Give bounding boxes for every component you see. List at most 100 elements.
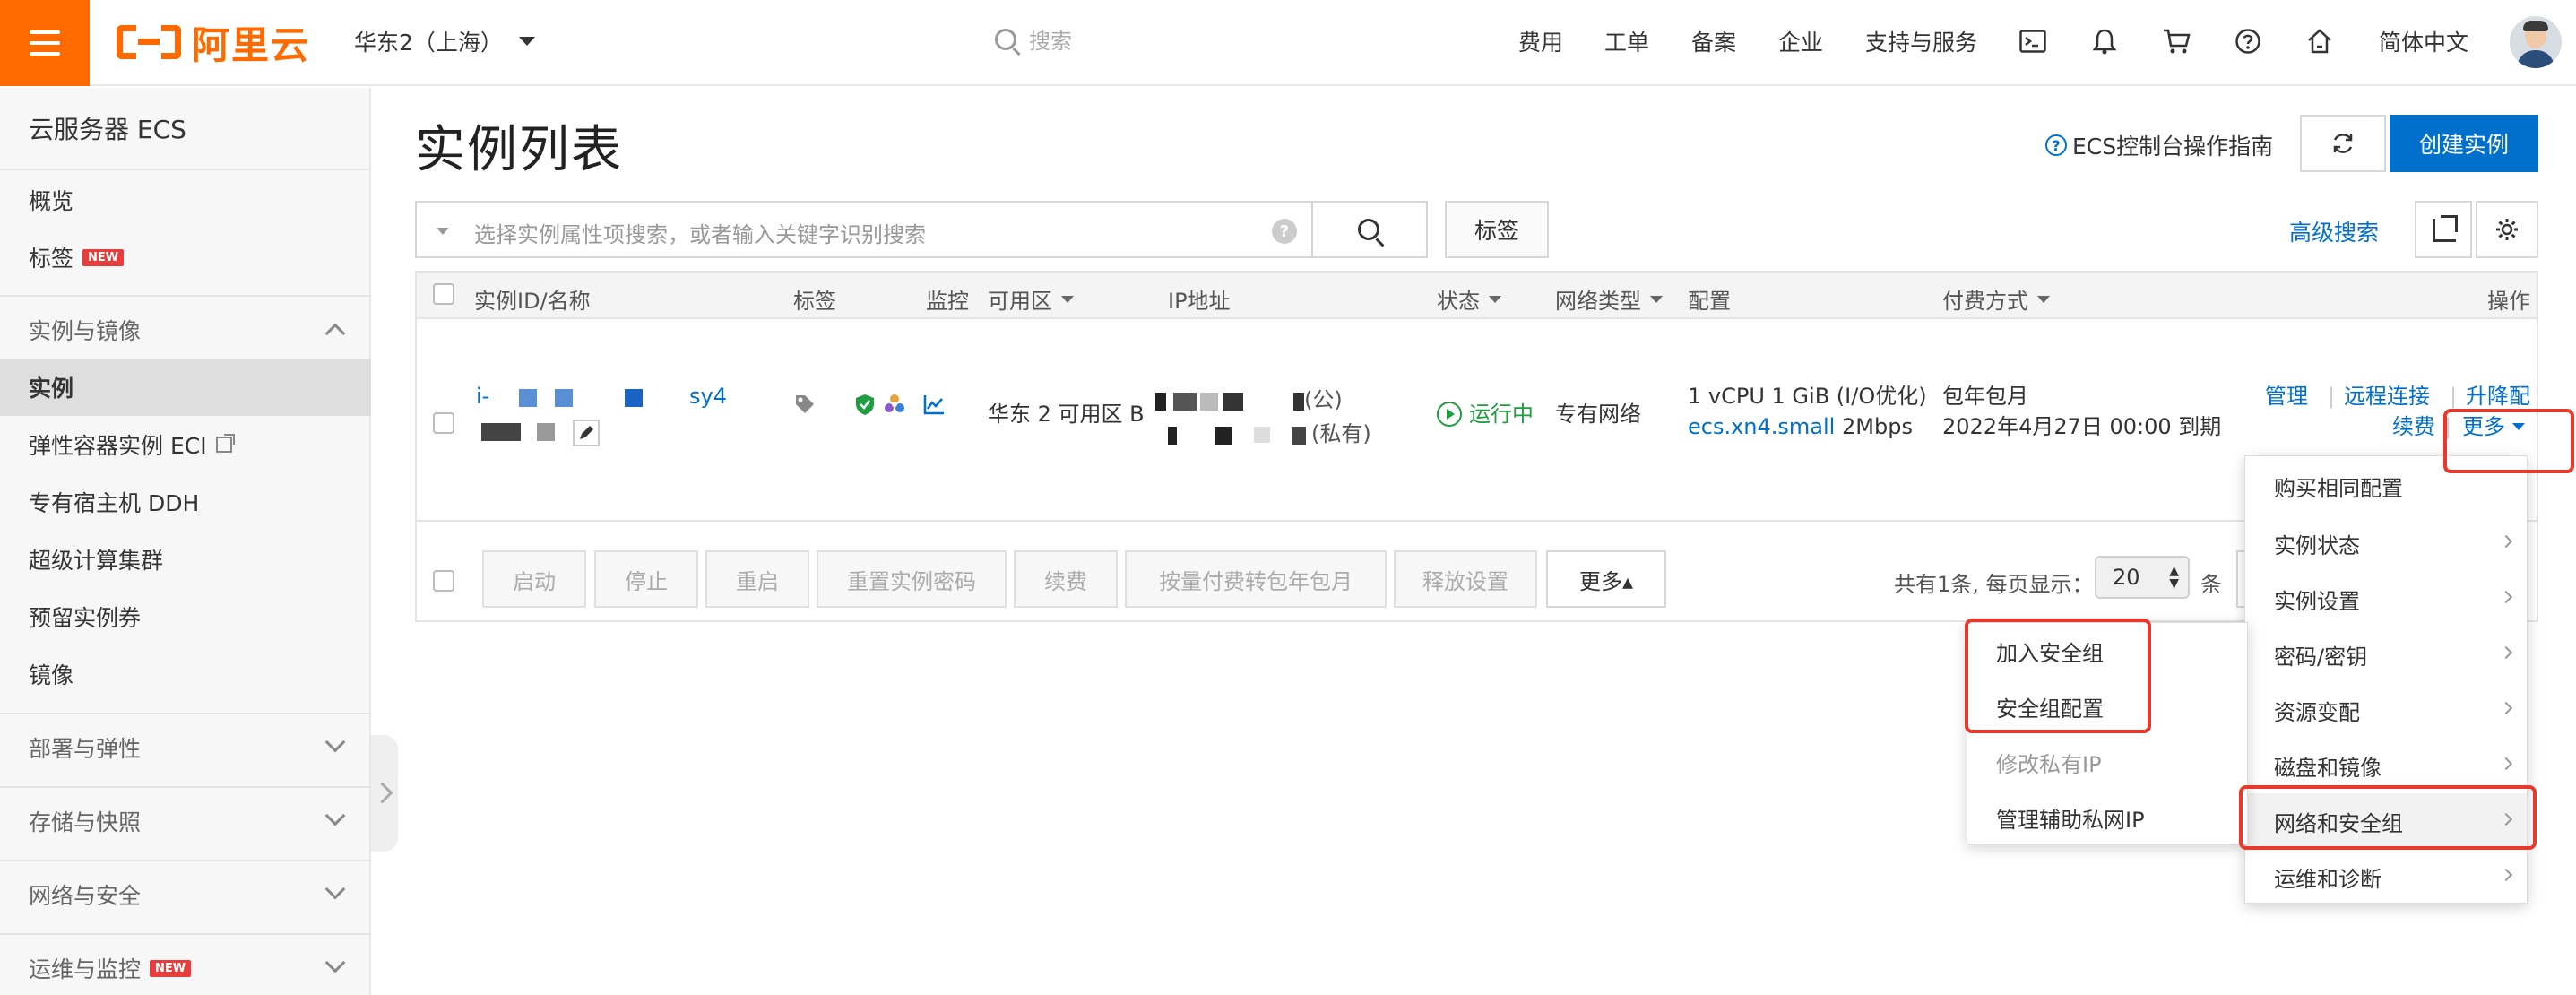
advanced-search-link[interactable]: 高级搜索 [2289, 215, 2379, 247]
sidebar-group-ops-monitoring[interactable]: 运维与监控 NEW [0, 939, 371, 995]
action-upgrade-link[interactable]: 升降配 [2466, 380, 2530, 412]
guide-link-label: ECS控制台操作指南 [2072, 134, 2274, 160]
menu-item-label: 实例状态 [2274, 532, 2360, 558]
region-label: 华东2（上海） [354, 30, 503, 56]
sidebar-item-label: 实例与镜像 [29, 318, 142, 344]
table-settings-button[interactable] [2476, 201, 2538, 258]
sidebar-item-scc[interactable]: 超级计算集群 [0, 531, 371, 588]
instance-id-suffix[interactable]: sy4 [689, 380, 727, 412]
bulk-release-settings-button[interactable]: 释放设置 [1394, 550, 1537, 608]
nav-enterprise[interactable]: 企业 [1778, 25, 1823, 57]
language-switch[interactable]: 简体中文 [2379, 25, 2468, 57]
refresh-icon [2333, 134, 2353, 153]
highlight-box-more [2443, 409, 2574, 473]
sidebar-item-tags[interactable]: 标签 NEW [0, 229, 371, 286]
sidebar-item-instances[interactable]: 实例 [0, 359, 371, 416]
tag-filter-button[interactable]: 标签 [1445, 201, 1549, 258]
column-header-network[interactable]: 网络类型 [1555, 283, 1663, 315]
bulk-restart-button[interactable]: 重启 [705, 550, 809, 608]
column-header-config: 配置 [1688, 289, 1731, 314]
bulk-select-checkbox[interactable] [433, 570, 454, 592]
sidebar-item-eci[interactable]: 弹性容器实例 ECI [0, 416, 371, 473]
sidebar-collapse-handle[interactable] [371, 735, 398, 852]
redaction-block [1155, 393, 1166, 411]
sidebar-title: 云服务器 ECS [0, 88, 369, 170]
sidebar-divider [0, 295, 371, 297]
export-button[interactable] [2415, 201, 2472, 258]
search-button[interactable] [1311, 201, 1428, 258]
region-selector[interactable]: 华东2（上海） [354, 25, 535, 57]
bulk-renew-button[interactable]: 续费 [1014, 550, 1118, 608]
redaction-block [519, 389, 537, 407]
tag-icon[interactable] [793, 393, 817, 420]
private-ip-suffix: (私有) [1311, 421, 1371, 446]
sidebar-group-storage[interactable]: 存储与快照 [0, 792, 371, 850]
sidebar-item-images[interactable]: 镜像 [0, 645, 371, 703]
bulk-start-button[interactable]: 启动 [482, 550, 586, 608]
instance-type-link[interactable]: ecs.xn4.small [1688, 411, 1835, 443]
bulk-convert-billing-button[interactable]: 按量付费转包年包月 [1125, 550, 1387, 608]
sidebar-group-network-security[interactable]: 网络与安全 [0, 866, 371, 923]
help-icon[interactable] [2232, 25, 2264, 57]
bulk-reset-password-button[interactable]: 重置实例密码 [817, 550, 1007, 608]
refresh-button[interactable] [2300, 115, 2386, 172]
column-header-status[interactable]: 状态 [1437, 283, 1501, 315]
redaction-block [1215, 427, 1232, 445]
redaction-block [1292, 427, 1306, 445]
menu-item-resize[interactable]: 资源变配 [2245, 682, 2527, 738]
console-guide-link[interactable]: ? ECS控制台操作指南 [2045, 129, 2273, 161]
sidebar-item-overview[interactable]: 概览 [0, 171, 371, 229]
cloud-assistant-icon[interactable] [883, 393, 906, 420]
terminal-icon[interactable] [2017, 25, 2049, 57]
select-all-checkbox[interactable] [433, 283, 454, 305]
column-header-ip: IP地址 [1168, 289, 1231, 314]
action-separator: | [2450, 384, 2458, 409]
help-icon[interactable]: ? [1272, 219, 1297, 244]
nav-icp[interactable]: 备案 [1691, 25, 1736, 57]
menu-item-password-key[interactable]: 密码/密钥 [2245, 627, 2527, 682]
instance-filter-input[interactable]: 选择实例属性项搜索，或者输入关键字识别搜索 ? [415, 201, 1313, 258]
action-remote-connect-link[interactable]: 远程连接 [2344, 380, 2430, 412]
bell-icon[interactable] [2088, 25, 2121, 57]
aliyun-logo[interactable]: 阿里云 [117, 20, 310, 67]
spinner-arrows-icon: ▲ ▼ [2169, 564, 2179, 591]
action-manage-link[interactable]: 管理 [2265, 380, 2308, 412]
column-header-billing[interactable]: 付费方式 [1942, 283, 2050, 315]
instance-id-prefix[interactable]: i- [476, 380, 489, 412]
cart-icon[interactable] [2160, 25, 2192, 57]
menu-item-label: 资源变配 [2274, 699, 2360, 725]
bulk-stop-button[interactable]: 停止 [594, 550, 698, 608]
nav-support[interactable]: 支持与服务 [1865, 25, 1977, 57]
new-badge: NEW [82, 248, 125, 266]
nav-billing[interactable]: 费用 [1518, 25, 1563, 57]
sidebar-group-deployment[interactable]: 部署与弹性 [0, 719, 371, 776]
hamburger-menu-button[interactable] [0, 0, 90, 86]
caret-down-icon[interactable] [437, 228, 449, 235]
sidebar-item-label: 部署与弹性 [29, 736, 142, 762]
menu-item-ops-diagnosis[interactable]: 运维和诊断 [2245, 849, 2527, 904]
menu-item-instance-status[interactable]: 实例状态 [2245, 515, 2527, 571]
global-search[interactable]: 搜索 [995, 23, 1072, 55]
row-checkbox[interactable] [433, 412, 454, 434]
avatar[interactable] [2510, 16, 2562, 68]
highlight-box-security-group-items [1965, 619, 2151, 733]
sidebar-group-instances-images[interactable]: 实例与镜像 [0, 301, 371, 359]
menu-item-instance-settings[interactable]: 实例设置 [2245, 571, 2527, 627]
sidebar-item-ddh[interactable]: 专有宿主机 DDH [0, 473, 371, 531]
billing-type: 包年包月 [1942, 384, 2028, 409]
sidebar-item-reserved-instances[interactable]: 预留实例券 [0, 588, 371, 645]
column-header-zone[interactable]: 可用区 [988, 283, 1074, 315]
submenu-item-manage-secondary-ip[interactable]: 管理辅助私网IP [1967, 790, 2247, 845]
redaction-block [1223, 393, 1243, 411]
security-shield-icon[interactable] [854, 393, 876, 420]
action-renew-link[interactable]: 续费 [2392, 411, 2435, 443]
caret-down-icon [1061, 295, 1074, 303]
menu-item-label: 密码/密钥 [2274, 644, 2368, 670]
nav-tickets[interactable]: 工单 [1604, 25, 1649, 57]
edit-name-button[interactable] [573, 420, 600, 446]
monitoring-chart-icon[interactable] [922, 393, 946, 420]
create-instance-button[interactable]: 创建实例 [2390, 115, 2538, 172]
bulk-more-button[interactable]: 更多▴ [1546, 550, 1666, 608]
home-icon[interactable] [2304, 25, 2336, 57]
page-size-select[interactable]: 20 ▲ ▼ [2095, 556, 2190, 599]
